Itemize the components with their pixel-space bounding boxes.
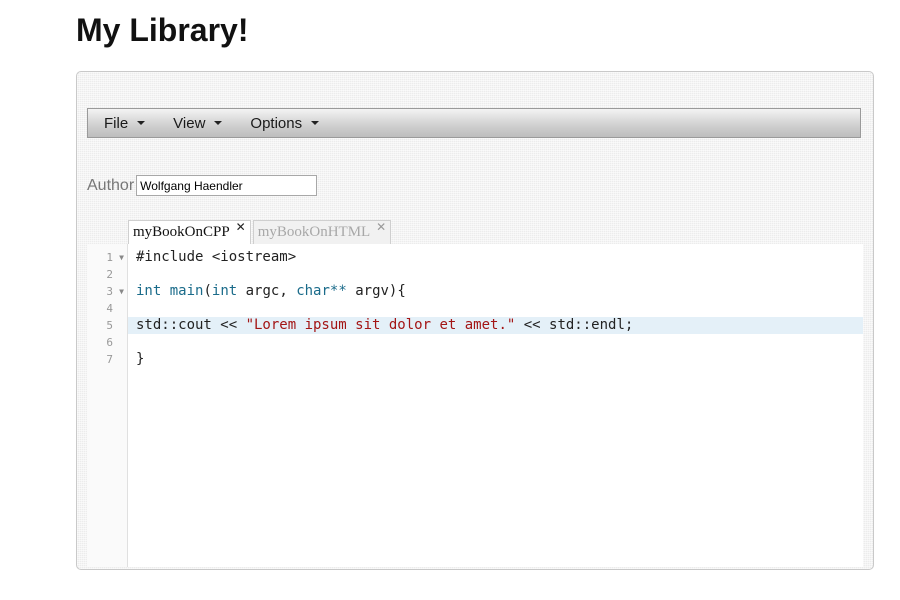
tab-label: myBookOnHTML xyxy=(257,224,371,240)
page-title: My Library! xyxy=(76,12,249,48)
close-icon[interactable]: ✕ xyxy=(376,220,386,234)
line-number-text: 2 xyxy=(106,268,113,281)
author-input[interactable] xyxy=(136,175,318,196)
menu-options-label: Options xyxy=(250,114,303,132)
author-label: Author xyxy=(87,176,135,194)
line-number-text: 5 xyxy=(106,319,113,332)
keyword-token: int xyxy=(136,283,162,299)
line-number: 4 xyxy=(87,300,127,317)
caret-down-icon xyxy=(311,121,320,125)
line-number-text: 7 xyxy=(106,353,113,366)
author-row: Author xyxy=(87,175,318,196)
keyword-token: int xyxy=(211,283,238,299)
string-literal: "Lorem ipsum sit dolor et amet." xyxy=(245,317,516,333)
line-number: 2 xyxy=(87,266,127,283)
close-icon[interactable]: ✕ xyxy=(236,220,246,234)
line-number: 7 xyxy=(87,351,127,368)
line-number-gutter: 1 ▼ 2 3 ▼ 4 5 6 7 xyxy=(87,244,128,567)
code-line[interactable]: #include <iostream> xyxy=(128,249,863,266)
line-number-text: 1 xyxy=(106,251,113,264)
menu-options[interactable]: Options xyxy=(240,109,329,137)
line-number: 3 ▼ xyxy=(87,283,127,300)
line-number: 1 ▼ xyxy=(87,249,127,266)
editor-tabs: myBookOnCPP ✕ myBookOnHTML ✕ xyxy=(128,219,393,244)
code-content[interactable]: #include <iostream> int main(int argc, ch… xyxy=(128,249,863,368)
fold-arrow-icon[interactable]: ▼ xyxy=(119,283,124,300)
menu-view[interactable]: View xyxy=(163,109,232,137)
fold-arrow-icon[interactable]: ▼ xyxy=(119,249,124,266)
code-token: << std::endl; xyxy=(515,317,634,333)
line-number-text: 3 xyxy=(106,285,113,298)
code-token: #include <iostream> xyxy=(136,249,297,265)
menu-file-label: File xyxy=(104,114,129,132)
menu-file[interactable]: File xyxy=(94,109,155,137)
line-number-text: 6 xyxy=(106,336,113,349)
code-line[interactable] xyxy=(128,300,863,317)
line-number: 5 xyxy=(87,317,127,334)
code-token: } xyxy=(136,351,145,367)
code-token: argv){ xyxy=(346,283,406,299)
code-token: ( xyxy=(203,283,212,299)
keyword-token: main xyxy=(169,283,204,299)
tab-label: myBookOnCPP xyxy=(133,224,230,240)
menu-view-label: View xyxy=(173,114,206,132)
line-number: 6 xyxy=(87,334,127,351)
code-line[interactable]: int main(int argc, char** argv){ xyxy=(128,283,863,300)
tab-mybookonhtml[interactable]: myBookOnHTML ✕ xyxy=(252,220,392,244)
library-panel: File View Options Author myBookOnCPP ✕ m… xyxy=(76,71,874,570)
code-editor[interactable]: 1 ▼ 2 3 ▼ 4 5 6 7 #include <iostream> int main(in… xyxy=(87,244,863,567)
keyword-token: char** xyxy=(296,283,347,299)
code-line[interactable] xyxy=(128,334,863,351)
tab-mybookoncpp[interactable]: myBookOnCPP ✕ xyxy=(128,220,251,244)
code-token: argc, xyxy=(237,283,297,299)
code-line[interactable] xyxy=(128,266,863,283)
code-token: std::cout << xyxy=(136,317,246,333)
line-number-text: 4 xyxy=(106,302,113,315)
caret-down-icon xyxy=(137,121,146,125)
code-line[interactable]: std::cout << "Lorem ipsum sit dolor et a… xyxy=(128,317,863,334)
code-line[interactable]: } xyxy=(128,351,863,368)
menubar: File View Options xyxy=(87,108,861,138)
caret-down-icon xyxy=(214,121,223,125)
